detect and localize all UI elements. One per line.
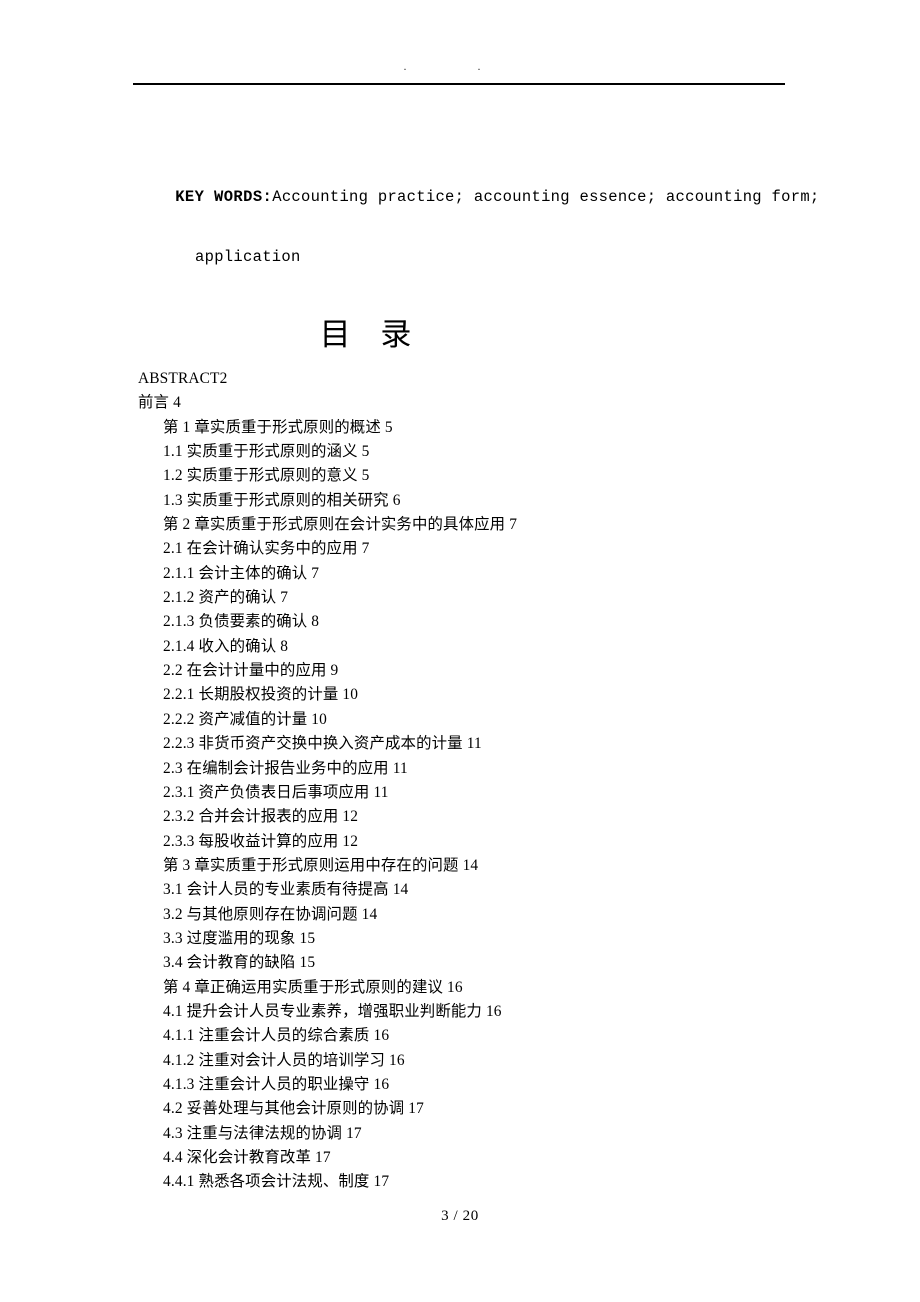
toc-entry[interactable]: 4.1.1 注重会计人员的综合素质 16 (138, 1024, 878, 1048)
toc-entry[interactable]: 3.1 会计人员的专业素质有待提高 14 (138, 878, 878, 902)
toc-entry[interactable]: 3.2 与其他原则存在协调问题 14 (138, 903, 878, 927)
keywords-body: Accounting practice; accounting essence;… (272, 188, 820, 206)
toc-entry[interactable]: 3.3 过度滥用的现象 15 (138, 927, 878, 951)
header-text: . . (403, 59, 515, 73)
toc-entry[interactable]: 1.2 实质重于形式原则的意义 5 (138, 464, 878, 488)
toc-entry[interactable]: 2.3.2 合并会计报表的应用 12 (138, 805, 878, 829)
toc-entry[interactable]: 4.4.1 熟悉各项会计法规、制度 17 (138, 1170, 878, 1194)
page-header: . . (133, 56, 785, 88)
toc-entry[interactable]: 2.1.4 收入的确认 8 (138, 635, 878, 659)
toc-entry[interactable]: 第 1 章实质重于形式原则的概述 5 (138, 416, 878, 440)
toc-entry[interactable]: 3.4 会计教育的缺陷 15 (138, 951, 878, 975)
toc-entry[interactable]: 2.2.3 非货币资产交换中换入资产成本的计量 11 (138, 732, 878, 756)
toc-entry[interactable]: ABSTRACT2 (138, 367, 878, 391)
toc-entry[interactable]: 第 2 章实质重于形式原则在会计实务中的具体应用 7 (138, 513, 878, 537)
toc-entry[interactable]: 第 4 章正确运用实质重于形式原则的建议 16 (138, 976, 878, 1000)
document-page: . . KEY WORDS:Accounting practice; accou… (0, 0, 920, 1302)
toc-entry[interactable]: 2.2.2 资产减值的计量 10 (138, 708, 878, 732)
toc-entry[interactable]: 2.1.1 会计主体的确认 7 (138, 562, 878, 586)
toc-entry[interactable]: 4.2 妥善处理与其他会计原则的协调 17 (138, 1097, 878, 1121)
page-footer-number: 3 / 20 (441, 1208, 479, 1224)
toc-entry[interactable]: 2.1 在会计确认实务中的应用 7 (138, 537, 878, 561)
toc-entry[interactable]: 2.2 在会计计量中的应用 9 (138, 659, 878, 683)
table-of-contents-heading: 目 录 (319, 317, 423, 352)
toc-entry[interactable]: 4.1.2 注重对会计人员的培训学习 16 (138, 1049, 878, 1073)
toc-entry[interactable]: 4.4 深化会计教育改革 17 (138, 1146, 878, 1170)
toc-entry[interactable]: 4.1.3 注重会计人员的职业操守 16 (138, 1073, 878, 1097)
header-divider-rule (133, 83, 785, 85)
toc-entry[interactable]: 2.2.1 长期股权投资的计量 10 (138, 683, 878, 707)
toc-entry[interactable]: 2.3.1 资产负债表日后事项应用 11 (138, 781, 878, 805)
keywords-label: KEY WORDS: (175, 188, 273, 206)
toc-entry[interactable]: 4.1 提升会计人员专业素养，增强职业判断能力 16 (138, 1000, 878, 1024)
toc-entry[interactable]: 1.3 实质重于形式原则的相关研究 6 (138, 489, 878, 513)
toc-entry[interactable]: 2.3.3 每股收益计算的应用 12 (138, 830, 878, 854)
toc-entry[interactable]: 前言 4 (138, 391, 878, 415)
keywords-continuation: application (195, 248, 301, 266)
toc-entry[interactable]: 2.1.2 资产的确认 7 (138, 586, 878, 610)
toc-entry[interactable]: 4.3 注重与法律法规的协调 17 (138, 1122, 878, 1146)
toc-entry[interactable]: 2.3 在编制会计报告业务中的应用 11 (138, 757, 878, 781)
toc-entry[interactable]: 1.1 实质重于形式原则的涵义 5 (138, 440, 878, 464)
keywords-block: KEY WORDS:Accounting practice; accountin… (138, 152, 838, 332)
toc-entry[interactable]: 2.1.3 负债要素的确认 8 (138, 610, 878, 634)
table-of-contents-list: ABSTRACT2 前言 4第 1 章实质重于形式原则的概述 5 1.1 实质重于形… (138, 367, 878, 1195)
toc-entry[interactable]: 第 3 章实质重于形式原则运用中存在的问题 14 (138, 854, 878, 878)
